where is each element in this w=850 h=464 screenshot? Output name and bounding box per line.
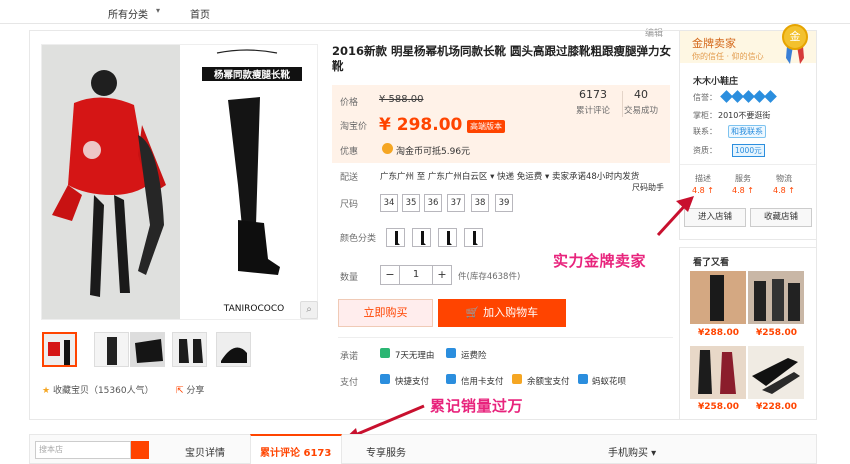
annotation-arrows — [342, 196, 694, 444]
search-icon[interactable] — [131, 441, 149, 459]
tab-mobile-buy[interactable]: 手机购买 ▾ — [608, 444, 656, 459]
annotation-sales: 累记销量过万 — [430, 397, 524, 415]
tab-reviews[interactable]: 累计评论 6173 — [260, 444, 331, 459]
shop-search-input[interactable]: 搜本店 — [35, 441, 131, 459]
tab-service[interactable]: 专享服务 — [366, 444, 406, 459]
annotation-gold-seller: 实力金牌卖家 — [553, 252, 647, 270]
tab-item-detail[interactable]: 宝贝详情 — [185, 444, 225, 459]
